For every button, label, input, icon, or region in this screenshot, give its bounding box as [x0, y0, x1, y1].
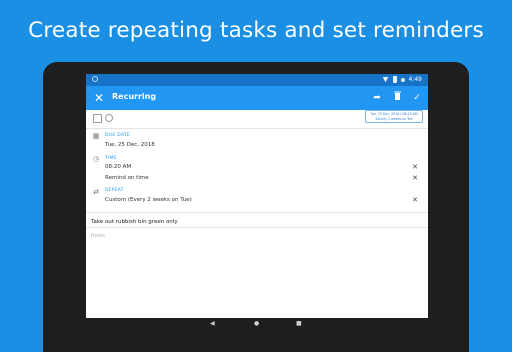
repeat-value: Custom (Every 2 weeks on Tue): [105, 197, 192, 203]
clear-time-icon[interactable]: ✕: [412, 163, 418, 171]
status-time: 4:49: [408, 76, 422, 83]
notification-icon: [92, 76, 98, 82]
recents-icon[interactable]: ■: [296, 321, 302, 327]
chip-line-1: Tue, 25 Dec, 2018 C08:20 AM: [370, 112, 418, 116]
app-bar: ✕ Recurring ➦ ✓: [86, 86, 428, 110]
complete-checkbox[interactable]: [93, 114, 102, 123]
divider: [86, 212, 428, 213]
repeat-section[interactable]: ⇄ REPEAT Custom (Every 2 weeks on Tue) ✕: [86, 186, 428, 210]
home-icon[interactable]: ●: [254, 321, 259, 327]
calendar-icon: ▦: [92, 132, 100, 140]
share-icon[interactable]: ➦: [372, 90, 382, 106]
delete-icon[interactable]: [392, 90, 402, 106]
task-title[interactable]: Take out rubbish bin green only: [91, 219, 178, 225]
promo-headline: Create repeating tasks and set reminders: [28, 18, 484, 43]
schedule-chip[interactable]: Tue, 25 Dec, 2018 C08:20 AM &Every 2 wee…: [365, 110, 423, 123]
clock-icon: ◷: [92, 155, 100, 163]
time-section[interactable]: ◷ TIME 08:20 AM ✕ Remind on time ✕: [86, 154, 428, 186]
repeat-icon: ⇄: [93, 188, 99, 196]
notes-field[interactable]: Notes: [91, 234, 105, 239]
battery-icon: [392, 76, 397, 83]
back-icon[interactable]: ◀: [210, 321, 215, 327]
clear-repeat-icon[interactable]: ✕: [412, 196, 418, 204]
time-label: TIME: [105, 156, 118, 161]
signal-icon: [400, 77, 405, 82]
repeat-label: REPEAT: [105, 188, 124, 193]
clock-icon[interactable]: [105, 114, 113, 122]
time-value: 08:20 AM: [105, 164, 132, 170]
wifi-icon: [382, 76, 389, 83]
app-screen: 4:49 ✕ Recurring ➦ ✓ Tue, 25 Dec, 2018 C…: [86, 74, 428, 330]
due-date-section[interactable]: ▦ DUE DATE Tue, 25 Dec, 2018: [86, 130, 428, 152]
due-date-label: DUE DATE: [105, 133, 131, 138]
close-icon[interactable]: ✕: [94, 90, 104, 106]
divider: [86, 227, 428, 228]
check-icon[interactable]: ✓: [412, 90, 422, 106]
page-title: Recurring: [112, 92, 157, 101]
remind-value: Remind on time: [105, 175, 149, 181]
clear-reminder-icon[interactable]: ✕: [412, 174, 418, 182]
nav-bar: ◀ ● ■: [86, 318, 428, 330]
status-bar: 4:49: [86, 74, 428, 86]
chip-line-2: &Every 2 weeks on Tue: [375, 116, 413, 121]
due-date-value: Tue, 25 Dec, 2018: [105, 142, 155, 148]
